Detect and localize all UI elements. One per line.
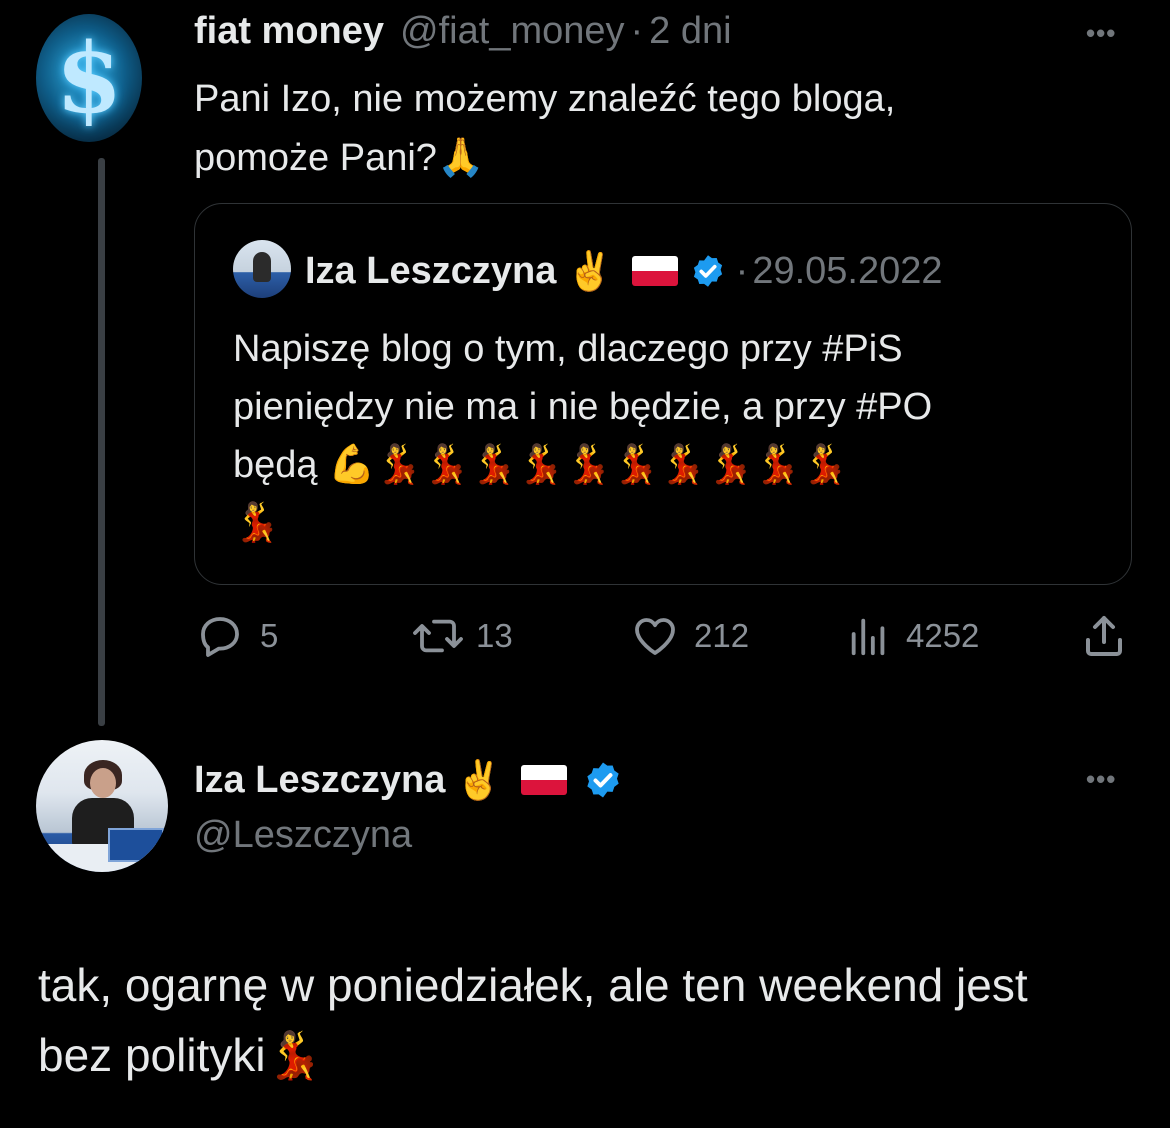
- author-handle[interactable]: @fiat_money: [400, 10, 624, 53]
- victory-hand-emoji: ✌️: [566, 248, 614, 293]
- poland-flag-icon: [631, 256, 678, 286]
- tweet-thread: $ fiat money @fiat_money · 2 dni ••• Pan…: [0, 0, 1170, 1128]
- avatar-lectern-shape: [108, 828, 164, 862]
- more-options-icon[interactable]: •••: [1086, 18, 1116, 49]
- reply-count: 5: [260, 617, 279, 654]
- heart-icon: [635, 618, 675, 655]
- more-options-icon[interactable]: •••: [1086, 764, 1116, 795]
- avatar-iza-leszczyna-small[interactable]: [233, 240, 291, 298]
- tweet-text-fragment: pomoże Pani?: [194, 137, 437, 179]
- views-count: 4252: [906, 617, 980, 654]
- like-count: 212: [694, 617, 750, 654]
- reply-button[interactable]: 5: [194, 612, 278, 660]
- reply-header: Iza Leszczyna ✌️: [194, 752, 623, 808]
- quoted-tweet-date[interactable]: 29.05.2022: [752, 250, 942, 293]
- reply-author-handle[interactable]: @Leszczyna: [194, 810, 412, 860]
- poland-flag-icon: [520, 765, 567, 795]
- avatar-fiat-money[interactable]: $: [36, 14, 142, 142]
- praying-hands-emoji: 🙏: [436, 135, 485, 179]
- share-button[interactable]: [1080, 612, 1128, 660]
- reply-author-name[interactable]: Iza Leszczyna: [194, 759, 445, 802]
- quoted-tweet-card[interactable]: Iza Leszczyna ✌️ · 29.05.2022 Napiszę bl…: [194, 203, 1132, 585]
- reply-text: tak, ogarnę w poniedziałek, ale ten week…: [38, 950, 1148, 1090]
- share-icon: [1086, 616, 1122, 656]
- quoted-text-line: 💃: [233, 502, 281, 544]
- reply-icon: [201, 617, 239, 657]
- quoted-tweet-text: Napiszę blog o tym, dlaczego przy #PiS p…: [233, 320, 1093, 552]
- reply-text-line: tak, ogarnę w poniedziałek, ale ten week…: [38, 959, 1028, 1011]
- quoted-author-name[interactable]: Iza Leszczyna: [305, 250, 556, 293]
- time-separator: ·: [630, 10, 644, 52]
- author-name[interactable]: fiat money: [194, 10, 384, 53]
- avatar-iza-leszczyna[interactable]: [36, 740, 168, 872]
- avatar-head-shape: [90, 768, 116, 798]
- views-button[interactable]: 4252: [846, 612, 979, 660]
- verified-badge-icon: [587, 762, 619, 798]
- views-chart-icon: [851, 618, 885, 656]
- quoted-text-line: pieniędzy nie ma i nie będzie, a przy #P…: [233, 386, 933, 428]
- quoted-text-line: Napiszę blog o tym, dlaczego przy #PiS: [233, 328, 903, 370]
- tweet-text-line: pomoże Pani?🙏: [194, 128, 1094, 187]
- avatar-person-shape: [253, 252, 271, 282]
- quoted-text-line: będą 💪💃💃💃💃💃💃💃💃💃💃: [233, 444, 849, 486]
- tweet-time[interactable]: 2 dni: [649, 10, 731, 53]
- retweet-count: 13: [476, 617, 513, 654]
- like-button[interactable]: 212: [630, 612, 749, 660]
- tweet-header: fiat money @fiat_money · 2 dni: [194, 10, 732, 58]
- reply-text-line: bez polityki💃: [38, 1029, 323, 1081]
- verified-badge-icon: [693, 255, 722, 287]
- tweet-text-line: Pani Izo, nie możemy znaleźć tego bloga,: [194, 78, 896, 120]
- retweet-icon: [413, 619, 463, 653]
- tweet-text: Pani Izo, nie możemy znaleźć tego bloga,…: [194, 70, 1094, 187]
- time-separator: ·: [735, 249, 749, 292]
- retweet-button[interactable]: 13: [410, 612, 513, 660]
- tweet-action-bar: 5 13 212 4252: [0, 600, 1170, 680]
- quoted-tweet-header: Iza Leszczyna ✌️ · 29.05.2022: [305, 246, 943, 296]
- dollar-sign-icon: $: [55, 21, 123, 135]
- victory-hand-emoji: ✌️: [455, 757, 503, 802]
